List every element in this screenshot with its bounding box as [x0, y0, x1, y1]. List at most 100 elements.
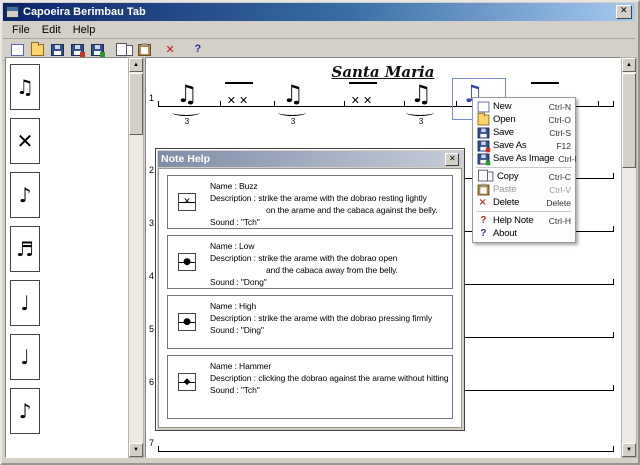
triplet-slur	[278, 109, 306, 116]
menu-item-delete[interactable]: Delete Delete	[474, 196, 574, 209]
canvas-scrollbar[interactable]	[621, 57, 637, 458]
app-icon	[6, 6, 19, 18]
palette-note-item[interactable]: ♩	[10, 280, 40, 326]
line-number: 3	[149, 218, 155, 228]
x-note-glyph: ✕✕	[225, 82, 253, 106]
note-sound: Sound : "Ding"	[210, 325, 264, 335]
note-glyph: ♩	[20, 291, 30, 315]
menu-separator	[476, 167, 572, 168]
note-group[interactable]: ♫ 3	[400, 82, 442, 128]
palette-note-item[interactable]: ♫	[10, 64, 40, 110]
staff-line-7: 7	[146, 438, 616, 453]
staff-rule	[158, 446, 614, 452]
context-menu: New Ctrl-N Open Ctrl-O Save Ctrl-S Save …	[472, 97, 577, 243]
note-sound: Sound : "Tch"	[210, 385, 260, 395]
note-description-2: on the arame and the cabaca against the …	[266, 205, 438, 215]
note-group[interactable]: ♫ 3	[272, 82, 314, 128]
note-help-close-button[interactable]	[445, 152, 459, 166]
song-title: Santa Maria	[331, 63, 435, 81]
palette-note-item[interactable]: ✕	[10, 118, 40, 164]
menu-item-save-as-image[interactable]: Save As Image Ctrl-I	[474, 152, 577, 165]
line-number: 1	[149, 93, 155, 103]
x-note-glyph: ✕✕	[349, 82, 377, 106]
scrollbar-thumb[interactable]	[129, 73, 143, 135]
note-glyph: ♫	[176, 80, 198, 108]
save-as-icon	[70, 44, 85, 57]
note-sound: Sound : "Dong"	[210, 277, 267, 287]
new-page-icon	[10, 44, 24, 56]
note-glyph: ♪	[18, 183, 32, 207]
note-help-text: Name : Low Description : strike the aram…	[210, 240, 449, 288]
note-help-titlebar[interactable]: Note Help	[158, 151, 462, 167]
note-glyph: ♫	[16, 75, 34, 99]
line-number: 7	[149, 438, 155, 448]
palette-note-item[interactable]: ♪	[10, 172, 40, 218]
note-sound: Sound : "Tch"	[210, 217, 260, 227]
triplet-slur	[406, 109, 434, 116]
note-help-body: ✕ Name : Buzz Description : strike the a…	[158, 168, 462, 428]
note-group[interactable]: ✕✕	[342, 82, 384, 128]
menu-item-copy[interactable]: Copy Ctrl-C	[474, 169, 574, 183]
palette-note-item[interactable]: ♪	[10, 388, 40, 434]
line-number: 5	[149, 324, 155, 334]
copy-icon	[478, 169, 494, 182]
triplet-number: 3	[184, 117, 190, 126]
save-disk-icon	[477, 127, 490, 138]
note-description-2: and the cabaca away from the belly.	[266, 265, 398, 275]
palette-note-item[interactable]: ♩	[10, 334, 40, 380]
menu-item-open[interactable]: Open Ctrl-O	[474, 112, 574, 126]
scroll-down-button[interactable]	[129, 443, 143, 457]
save-as-image-icon	[90, 44, 105, 57]
paste-icon	[137, 43, 151, 56]
menu-item-about[interactable]: About	[474, 227, 574, 240]
delete-icon	[165, 43, 178, 56]
window-title: Capoeira Berimbau Tab	[23, 6, 146, 18]
menu-separator	[476, 211, 572, 212]
note-symbol: ◆	[178, 373, 196, 391]
note-description: Description : strike the arame with the …	[210, 313, 432, 323]
menu-item-new[interactable]: New Ctrl-N	[474, 100, 574, 113]
scroll-up-button[interactable]	[129, 58, 143, 72]
triplet-slur	[172, 109, 200, 116]
palette-note-item[interactable]: ♬	[10, 226, 40, 272]
note-help-entry: ● Name : Low Description : strike the ar…	[167, 235, 453, 289]
scroll-up-button[interactable]	[622, 58, 636, 72]
title-bar[interactable]: Capoeira Berimbau Tab	[3, 3, 635, 21]
menu-item-help-note[interactable]: Help Note Ctrl-H	[474, 214, 574, 227]
note-symbol: ●	[178, 313, 196, 331]
note-help-title: Note Help	[161, 153, 211, 165]
about-icon	[478, 227, 490, 239]
triplet-number: 3	[418, 117, 424, 126]
note-help-entry: ◆ Name : Hammer Description : clicking t…	[167, 355, 453, 419]
note-help-text: Name : Buzz Description : strike the ara…	[210, 180, 449, 228]
note-help-text: Name : High Description : strike the ara…	[210, 300, 449, 336]
note-glyph: ✕	[16, 129, 34, 153]
note-help-entry: ● Name : High Description : strike the a…	[167, 295, 453, 349]
line-number: 4	[149, 271, 155, 281]
close-button[interactable]	[616, 5, 632, 19]
save-disk-icon	[50, 44, 64, 56]
note-name: Name : Hammer	[210, 361, 272, 371]
palette-scrollbar[interactable]	[128, 57, 144, 458]
new-page-icon	[477, 101, 490, 112]
open-folder-icon	[30, 42, 44, 56]
note-symbol: ●	[178, 253, 196, 271]
menu-help[interactable]: Help	[67, 23, 102, 37]
menu-file[interactable]: File	[6, 23, 36, 37]
note-help-entry: ✕ Name : Buzz Description : strike the a…	[167, 175, 453, 229]
paste-icon	[477, 183, 490, 195]
note-group[interactable]: ✕✕	[218, 82, 260, 128]
scrollbar-thumb[interactable]	[622, 73, 636, 168]
open-folder-icon	[477, 112, 490, 125]
app-window: Capoeira Berimbau Tab File Edit Help ♫ ✕…	[0, 0, 640, 465]
note-glyph: ♫	[282, 80, 304, 108]
help-icon	[192, 43, 205, 56]
note-glyph: ♪	[18, 399, 32, 423]
menu-item-save[interactable]: Save Ctrl-S	[474, 126, 574, 139]
note-glyph: ♫	[410, 80, 432, 108]
note-group[interactable]: ♫ 3	[166, 82, 208, 128]
scroll-down-button[interactable]	[622, 443, 636, 457]
triplet-number: 3	[290, 117, 296, 126]
menu-item-save-as[interactable]: Save As F12	[474, 139, 574, 152]
menu-edit[interactable]: Edit	[36, 23, 67, 37]
